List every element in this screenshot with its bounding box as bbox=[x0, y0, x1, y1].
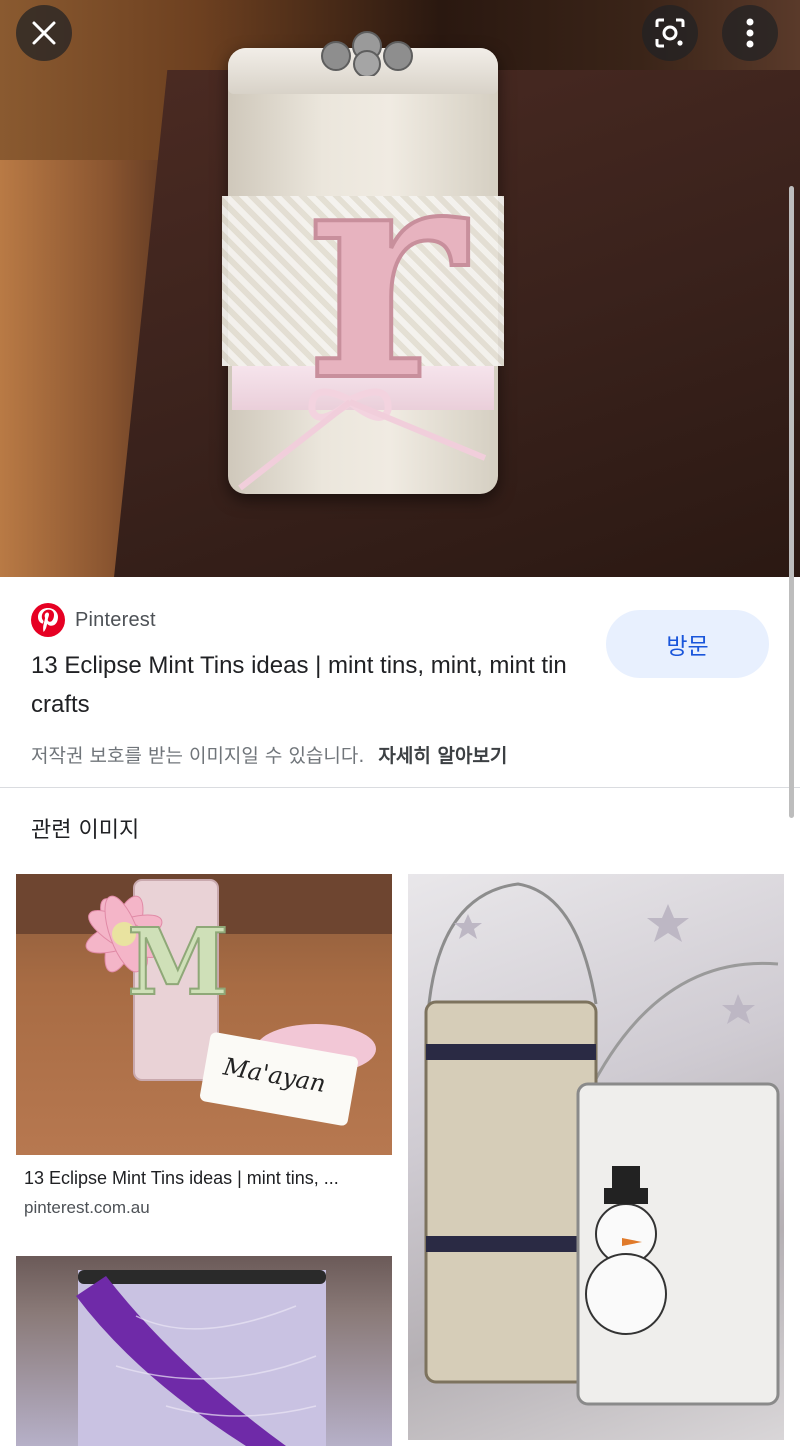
source-row[interactable]: Pinterest bbox=[31, 603, 156, 637]
related-image-1-picture: M Ma'ayan bbox=[16, 874, 392, 1126]
letter-text: r bbox=[307, 126, 471, 406]
brad-flower-decoration bbox=[321, 31, 413, 76]
related-images-heading: 관련 이미지 bbox=[31, 818, 140, 843]
related-image-3-picture bbox=[76, 1270, 326, 1446]
svg-text:M: M bbox=[127, 908, 229, 1016]
copyright-notice: 저작권 보호를 받는 이미지일 수 있습니다. bbox=[31, 745, 365, 767]
learn-more-link[interactable]: 자세히 알아보기 bbox=[378, 745, 507, 767]
pink-letter-decoration: r bbox=[305, 126, 473, 406]
scrollbar[interactable] bbox=[789, 186, 794, 818]
lens-button[interactable] bbox=[642, 5, 698, 61]
main-image: r bbox=[0, 0, 800, 577]
related-image-2-picture bbox=[424, 882, 780, 1406]
source-name: Pinterest bbox=[75, 608, 156, 631]
related-image-2[interactable] bbox=[408, 874, 784, 1440]
pinterest-logo-icon bbox=[31, 603, 65, 637]
more-options-button[interactable] bbox=[722, 5, 778, 61]
related-image-1[interactable]: M Ma'ayan bbox=[16, 874, 392, 1155]
result-title[interactable]: 13 Eclipse Mint Tins ideas | mint tins, … bbox=[31, 646, 591, 724]
close-icon bbox=[32, 21, 56, 45]
related-image-3[interactable] bbox=[16, 1256, 392, 1446]
copyright-notice-row: 저작권 보호를 받는 이미지일 수 있습니다. 자세히 알아보기 bbox=[31, 741, 507, 768]
related-image-1-title[interactable]: 13 Eclipse Mint Tins ideas | mint tins, … bbox=[24, 1168, 386, 1189]
related-image-1-source[interactable]: pinterest.com.au bbox=[24, 1198, 150, 1218]
more-vert-icon bbox=[746, 18, 754, 48]
visit-button[interactable]: 방문 bbox=[606, 610, 769, 678]
lens-icon bbox=[655, 18, 685, 48]
close-button[interactable] bbox=[16, 5, 72, 61]
divider bbox=[0, 787, 800, 788]
